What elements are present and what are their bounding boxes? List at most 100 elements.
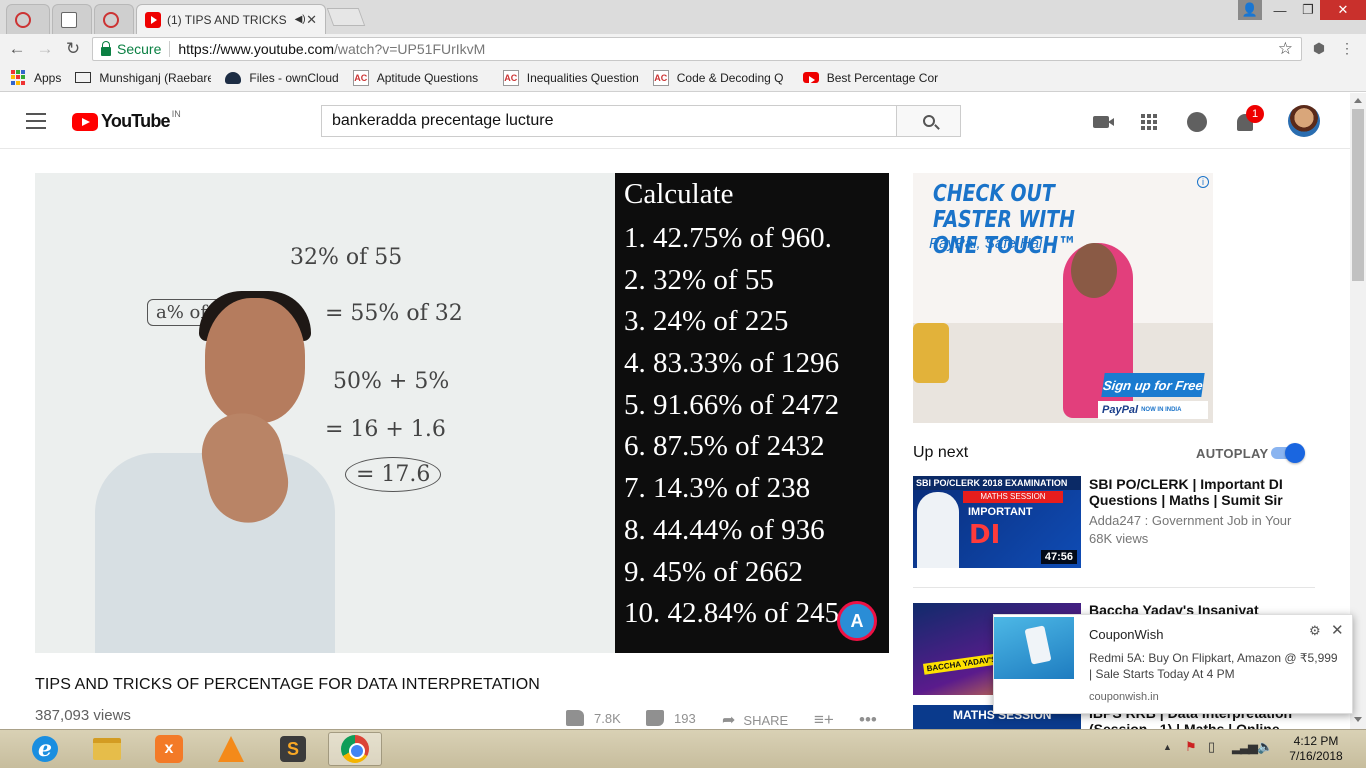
- ad-subtitle: PayPal, Safe Hai: [929, 235, 1043, 252]
- apps-button[interactable]: [1138, 111, 1160, 133]
- bookmark-owncloud[interactable]: Files - ownCloud: [225, 70, 339, 85]
- paypal-tagline: NOW IN INDIA: [1141, 407, 1182, 413]
- video-title: TIPS AND TRICKS OF PERCENTAGE FOR DATA I…: [35, 676, 540, 693]
- autoplay-label: AUTOPLAY: [1196, 446, 1269, 461]
- bookmark-apps[interactable]: Apps: [10, 69, 61, 86]
- rec-channel[interactable]: Adda247 : Government Job in Your: [1089, 512, 1311, 530]
- ad-pillow-image: [913, 323, 949, 383]
- ad-signup-button[interactable]: Sign up for Free: [1101, 373, 1205, 397]
- paypal-ad[interactable]: CHECK OUT FASTER WITH ONE TOUCH™ PayPal,…: [913, 173, 1213, 423]
- dislike-button[interactable]: 193: [646, 710, 696, 726]
- maximize-icon[interactable]: ❐: [1294, 0, 1322, 20]
- taskbar-vlc[interactable]: [204, 732, 258, 766]
- close-window-icon[interactable]: ✕: [1320, 0, 1366, 20]
- page-icon: [61, 11, 77, 28]
- extension-icon[interactable]: ⬢: [1310, 39, 1328, 57]
- playlist-add-icon: ≡+: [814, 710, 834, 729]
- logo-text: YouTube: [101, 111, 171, 131]
- notification-image: [994, 617, 1074, 679]
- tab-page[interactable]: [52, 4, 92, 34]
- bookmark-label: Aptitude Questions: [376, 70, 479, 85]
- taskbar-ie[interactable]: e: [18, 732, 72, 766]
- action-center-icon[interactable]: ⚑: [1185, 739, 1197, 755]
- gear-icon[interactable]: ⚙: [1309, 623, 1321, 639]
- slide-item: 8. 44.44% of 936: [624, 513, 825, 546]
- slide-item: 10. 42.84% of 245: [624, 597, 840, 630]
- bookmark-coding[interactable]: AC Code & Decoding Q: [652, 69, 789, 86]
- notification-source: CouponWish: [1089, 627, 1164, 642]
- profile-icon[interactable]: 👤: [1238, 0, 1262, 20]
- device-icon[interactable]: ▯: [1208, 739, 1215, 755]
- tray-expand-icon[interactable]: ▲: [1163, 742, 1172, 752]
- bookmark-percentage[interactable]: Best Percentage Cor: [802, 71, 943, 85]
- messages-button[interactable]: [1186, 111, 1208, 133]
- scroll-down-icon[interactable]: [1354, 717, 1362, 722]
- taskbar-explorer[interactable]: [80, 732, 134, 766]
- bookmark-munshiganj[interactable]: Munshiganj (Raebare: [75, 71, 211, 85]
- add-to-playlist-button[interactable]: ≡+: [814, 710, 834, 730]
- search-icon: [922, 115, 935, 127]
- tab-strip: (1) TIPS AND TRICKS ◀) ✕ 👤 — ❐ ✕: [0, 0, 1366, 34]
- ad-person-head: [1071, 243, 1117, 298]
- youtube-icon: [802, 72, 819, 84]
- chrome-icon: [341, 735, 369, 763]
- channel-watermark-icon[interactable]: A: [837, 601, 877, 641]
- taskbar-chrome[interactable]: [328, 732, 382, 766]
- slide-item: 2. 32% of 55: [624, 263, 774, 296]
- search-input[interactable]: bankeradda precentage lucture: [321, 105, 897, 137]
- tab-close-icon[interactable]: ✕: [306, 12, 317, 28]
- menu-hamburger-icon[interactable]: [26, 113, 46, 129]
- close-icon[interactable]: ✕: [1331, 621, 1344, 639]
- bookmark-aptitude[interactable]: AC Aptitude Questions: [352, 69, 489, 86]
- notification-badge: 1: [1246, 105, 1264, 123]
- network-signal-icon[interactable]: ▂▃▅: [1232, 739, 1258, 755]
- bookmark-label: Files - ownCloud: [249, 70, 339, 85]
- share-button[interactable]: ➦ SHARE: [722, 710, 788, 730]
- avatar[interactable]: [1288, 105, 1320, 137]
- reload-icon[interactable]: ↻: [62, 38, 84, 60]
- youtube-logo[interactable]: YouTube IN: [72, 109, 181, 132]
- autoplay-toggle[interactable]: [1271, 443, 1307, 463]
- new-tab-button[interactable]: [326, 8, 366, 26]
- rec-title[interactable]: SBI PO/CLERK | Important DI Questions | …: [1089, 476, 1311, 508]
- tab-blocked-1[interactable]: [6, 4, 50, 34]
- paypal-logo: PayPal NOW IN INDIA: [1098, 401, 1208, 419]
- slide-item: 1. 42.75% of 960.: [624, 222, 832, 254]
- scroll-thumb[interactable]: [1352, 109, 1364, 281]
- clock-date: 7/16/2018: [1289, 749, 1343, 763]
- presenter-figure: [95, 291, 335, 653]
- audio-icon[interactable]: ◀): [295, 14, 306, 25]
- ad-info-icon[interactable]: i: [1197, 176, 1209, 188]
- thumbs-up-icon: [566, 710, 584, 726]
- taskbar-xampp[interactable]: x: [142, 732, 196, 766]
- back-arrow-icon[interactable]: ←: [6, 38, 28, 60]
- paypal-brand: PayPal: [1102, 404, 1139, 416]
- taskbar-sublime[interactable]: S: [266, 732, 320, 766]
- forward-arrow-icon[interactable]: →: [34, 38, 56, 60]
- slide-item: 7. 14.3% of 238: [624, 472, 811, 505]
- menu-dots-icon[interactable]: ⋮: [1338, 39, 1356, 57]
- chat-icon: [1187, 112, 1207, 132]
- vlc-cone-icon: [218, 736, 244, 762]
- video-player[interactable]: 32% of 55 = 55% of 32 50% + 5% = 16 + 1.…: [35, 173, 889, 653]
- lock-icon: [101, 40, 111, 56]
- bookmark-star-icon[interactable]: ☆: [1278, 39, 1293, 59]
- more-actions-button[interactable]: •••: [859, 710, 877, 730]
- apps-grid-icon: [1141, 114, 1157, 130]
- tab-blocked-2[interactable]: [94, 4, 134, 34]
- bookmark-inequalities[interactable]: AC Inequalities Question: [502, 69, 639, 86]
- thumbs-down-icon: [646, 710, 664, 726]
- notification-toast[interactable]: CouponWish Redmi 5A: Buy On Flipkart, Am…: [993, 614, 1353, 714]
- volume-icon[interactable]: 🔈: [1257, 739, 1273, 755]
- address-bar[interactable]: Secure https://www.youtube.com /watch?v=…: [92, 37, 1302, 61]
- scroll-up-icon[interactable]: [1354, 98, 1362, 103]
- slide-title: Calculate: [624, 178, 734, 210]
- create-video-button[interactable]: [1090, 111, 1114, 133]
- tab-youtube-active[interactable]: (1) TIPS AND TRICKS ◀) ✕: [136, 4, 326, 34]
- rec-thumbnail[interactable]: SBI PO/CLERK 2018 EXAMINATION MATHS SESS…: [913, 476, 1081, 568]
- board-line: 32% of 55: [290, 245, 403, 270]
- minimize-icon[interactable]: —: [1266, 0, 1294, 20]
- search-button[interactable]: [896, 105, 961, 137]
- tray-clock[interactable]: 4:12 PM 7/16/2018: [1286, 734, 1346, 764]
- like-button[interactable]: 7.8K: [566, 710, 621, 726]
